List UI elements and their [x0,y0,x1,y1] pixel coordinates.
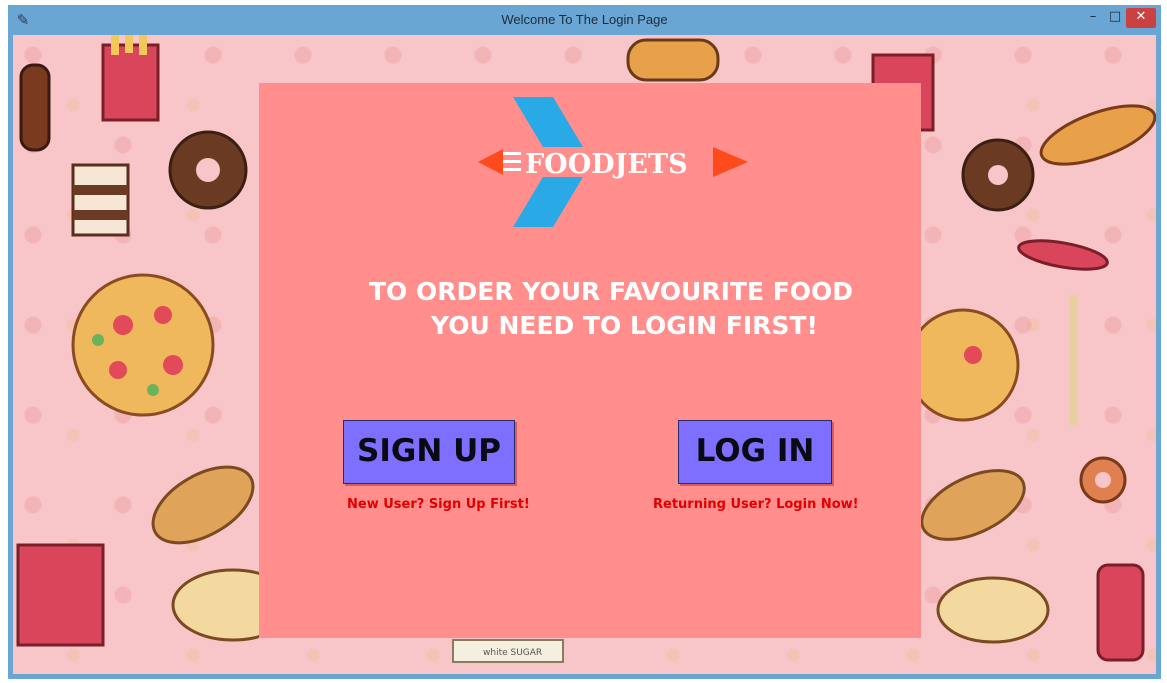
minimize-button[interactable]: – [1082,8,1104,28]
background-food-pattern: white SUGAR FOODJETS TO ORDER YOUR FAVOU… [13,35,1156,674]
sign-up-hint: New User? Sign Up First! [347,497,530,512]
title-bar[interactable]: ✎ Welcome To The Login Page – □ ✕ [8,5,1161,35]
app-window: ✎ Welcome To The Login Page – □ ✕ white … [8,5,1161,679]
window-title: Welcome To The Login Page [501,12,668,27]
sign-up-button[interactable]: SIGN UP [343,420,515,484]
close-button[interactable]: ✕ [1126,8,1156,28]
logo-text: FOODJETS [525,149,688,180]
sugar-wrapper-text: white SUGAR [483,648,542,658]
foodjets-logo: FOODJETS [478,97,748,227]
log-in-hint: Returning User? Login Now! [653,497,859,512]
headline: TO ORDER YOUR FAVOURITE FOOD YOU NEED TO… [259,275,921,343]
log-in-button[interactable]: LOG IN [678,420,832,484]
headline-line-1: TO ORDER YOUR FAVOURITE FOOD [369,277,854,306]
headline-line-2: YOU NEED TO LOGIN FIRST! [431,311,818,340]
maximize-button[interactable]: □ [1104,8,1126,28]
jet-icon [513,97,583,147]
login-panel: FOODJETS TO ORDER YOUR FAVOURITE FOOD YO… [259,83,921,638]
